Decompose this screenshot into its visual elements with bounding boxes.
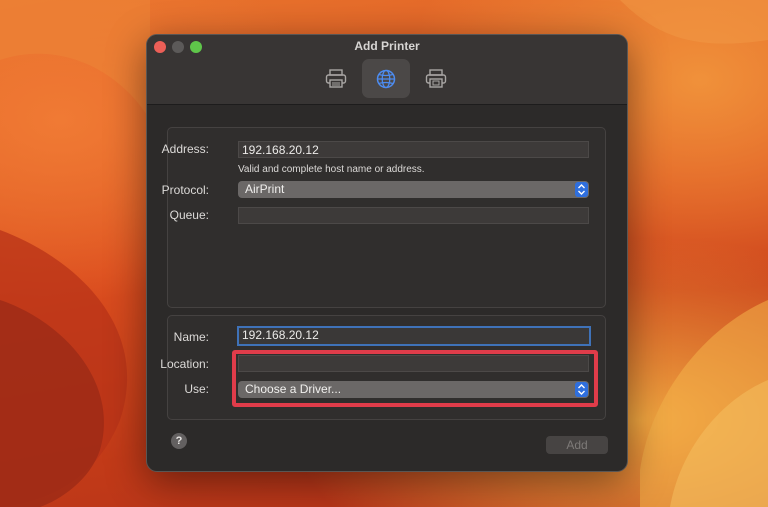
add-button[interactable]: Add xyxy=(546,436,608,454)
address-field[interactable]: 192.168.20.12 xyxy=(238,141,589,158)
address-hint: Valid and complete host name or address. xyxy=(238,164,425,175)
printer-icon xyxy=(325,68,347,88)
name-field[interactable]: 192.168.20.12 xyxy=(237,326,591,346)
address-label: Address: xyxy=(161,142,209,156)
queue-field[interactable] xyxy=(238,207,589,224)
name-label: Name: xyxy=(173,330,209,344)
window-content: Address: 192.168.20.12 Valid and complet… xyxy=(147,105,627,471)
toolbar-default-button[interactable] xyxy=(312,59,360,98)
window-titlebar: Add Printer xyxy=(147,35,627,105)
toolbar-ip-button[interactable] xyxy=(362,59,410,98)
use-label: Use: xyxy=(184,382,209,396)
annotation-highlight-box xyxy=(232,350,598,407)
ip-settings-group: Address: 192.168.20.12 Valid and complet… xyxy=(162,127,606,308)
help-button[interactable]: ? xyxy=(171,433,187,449)
window-title: Add Printer xyxy=(354,39,420,53)
location-label: Location: xyxy=(160,357,209,371)
protocol-popup[interactable]: AirPrint xyxy=(238,181,589,198)
toolbar-windows-button[interactable] xyxy=(412,59,460,98)
globe-icon xyxy=(376,69,396,88)
queue-label: Queue: xyxy=(169,208,209,222)
windows-printer-icon xyxy=(425,68,447,88)
add-printer-window: Add Printer Address: 192.168.20.12 Valid… xyxy=(146,34,628,472)
protocol-label: Protocol: xyxy=(161,183,209,197)
protocol-popup-value: AirPrint xyxy=(245,182,285,196)
chevron-up-down-icon xyxy=(575,182,588,197)
